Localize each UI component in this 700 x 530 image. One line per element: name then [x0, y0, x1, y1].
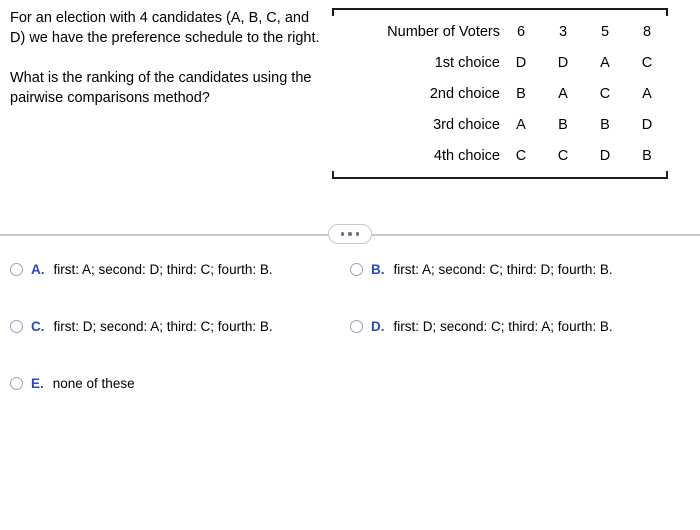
cell-r3-c1: A: [516, 116, 526, 133]
option-a-letter: A.: [31, 262, 45, 277]
voter-count-4: 8: [642, 23, 652, 40]
bracket-stub-bottom-right: [666, 171, 668, 179]
bracket-stub-top-left: [332, 8, 334, 16]
table-header-row: Number of Voters 6 3 5 8: [332, 16, 668, 47]
row-label-4th: 4th choice: [433, 147, 500, 164]
option-row-e: E. none of these: [0, 376, 700, 433]
ellipsis-dot: [340, 232, 345, 236]
cell-r1-c3: A: [600, 54, 610, 71]
cell-r4-c2: C: [557, 147, 569, 164]
cell-r3-c4: D: [641, 116, 653, 133]
row-label-3rd: 3rd choice: [433, 116, 500, 133]
option-row-cd: C. first: D; second: A; third: C; fourth…: [0, 319, 700, 376]
option-d-letter: D.: [371, 319, 385, 334]
preference-schedule-table: Number of Voters 6 3 5 8 1st choice D D …: [332, 8, 668, 179]
table-row: 2nd choice B A C A: [332, 78, 668, 109]
ellipsis-dot: [348, 232, 352, 236]
cell-r2-c2: A: [558, 85, 568, 102]
ellipsis-icon[interactable]: [328, 224, 372, 244]
ellipsis-dot: [355, 232, 360, 236]
cell-r3-c2: B: [558, 116, 568, 133]
question-paragraph-2: What is the ranking of the candidates us…: [10, 70, 312, 106]
cell-r2-c3: C: [599, 85, 611, 102]
cell-r1-c4: C: [641, 54, 653, 71]
voter-count-3: 5: [600, 23, 610, 40]
bracket-stub-bottom-left: [332, 171, 334, 179]
question-text-block: For an election with 4 candidates (A, B,…: [10, 8, 325, 108]
cell-r3-c3: B: [600, 116, 610, 133]
table-top-bracket: [332, 8, 668, 16]
option-row-ab: A. first: A; second: D; third: C; fourth…: [0, 262, 700, 319]
question-paragraph-1: For an election with 4 candidates (A, B,…: [10, 10, 320, 46]
option-c-letter: C.: [31, 319, 45, 334]
radio-button-e[interactable]: [10, 377, 23, 390]
option-e-text: none of these: [52, 376, 135, 391]
row-label-1st: 1st choice: [434, 54, 500, 71]
radio-button-b[interactable]: [350, 263, 363, 276]
table-bottom-bracket: [332, 171, 668, 179]
radio-button-d[interactable]: [350, 320, 363, 333]
option-a[interactable]: A. first: A; second: D; third: C; fourth…: [0, 262, 345, 277]
voter-count-1: 6: [516, 23, 526, 40]
header-label: Number of Voters: [387, 23, 500, 40]
cell-r4-c1: C: [515, 147, 527, 164]
cell-r2-c4: A: [642, 85, 652, 102]
option-d-text: first: D; second: C; third: A; fourth: B…: [393, 319, 613, 334]
bracket-stub-top-right: [666, 8, 668, 16]
option-d[interactable]: D. first: D; second: C; third: A; fourth…: [345, 319, 700, 334]
table-row: 1st choice D D A C: [332, 47, 668, 78]
cell-r1-c2: D: [557, 54, 569, 71]
option-c-text: first: D; second: A; third: C; fourth: B…: [53, 319, 273, 334]
radio-button-a[interactable]: [10, 263, 23, 276]
table-row: 3rd choice A B B D: [332, 109, 668, 140]
cell-r1-c1: D: [515, 54, 527, 71]
option-c[interactable]: C. first: D; second: A; third: C; fourth…: [0, 319, 345, 334]
cell-r4-c4: B: [642, 147, 652, 164]
option-a-text: first: A; second: D; third: C; fourth: B…: [53, 262, 273, 277]
voter-count-2: 3: [558, 23, 568, 40]
table-row: 4th choice C C D B: [332, 140, 668, 171]
option-b[interactable]: B. first: A; second: C; third: D; fourth…: [345, 262, 700, 277]
option-b-letter: B.: [371, 262, 385, 277]
radio-button-c[interactable]: [10, 320, 23, 333]
option-e[interactable]: E. none of these: [0, 376, 345, 391]
cell-r4-c3: D: [599, 147, 611, 164]
row-label-2nd: 2nd choice: [429, 85, 500, 102]
section-divider: [0, 224, 700, 246]
option-e-letter: E.: [31, 376, 44, 391]
schedule-grid: Number of Voters 6 3 5 8 1st choice D D …: [332, 16, 668, 171]
problem-top-section: For an election with 4 candidates (A, B,…: [0, 0, 700, 218]
answer-options: A. first: A; second: D; third: C; fourth…: [0, 262, 700, 433]
cell-r2-c1: B: [516, 85, 526, 102]
option-b-text: first: A; second: C; third: D; fourth: B…: [393, 262, 613, 277]
